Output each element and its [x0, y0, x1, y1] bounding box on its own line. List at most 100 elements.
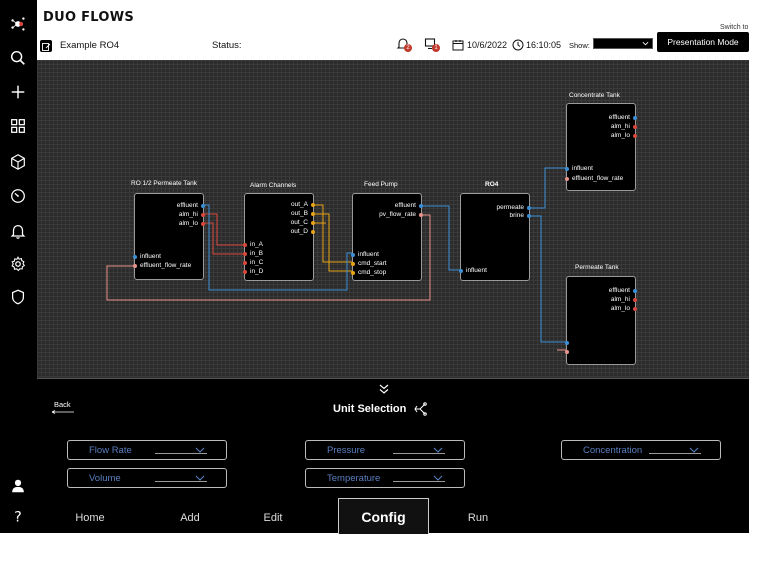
node-alarm-channels[interactable]: out_A out_B out_C out_D in_A in_B in_C i… — [243, 193, 315, 281]
dot-out-a[interactable] — [311, 203, 315, 207]
port-conc-alm-hi[interactable]: alm_hi — [611, 123, 630, 131]
port-perm-alm-hi[interactable]: alm_hi — [611, 296, 630, 304]
dot-effluent[interactable] — [201, 204, 205, 208]
port-ro4-influent[interactable]: influent — [466, 267, 487, 275]
flow-rate-dropdown[interactable]: Flow Rate — [67, 440, 227, 460]
dot-conc-alm-hi[interactable] — [633, 125, 637, 129]
volume-dropdown[interactable]: Volume — [67, 468, 227, 488]
dot-effluent-flow-rate[interactable] — [133, 264, 137, 268]
grid-icon[interactable] — [6, 114, 30, 138]
dot-influent[interactable] — [133, 255, 137, 259]
dot-in-d[interactable] — [243, 270, 247, 274]
tab-config[interactable]: Config — [338, 498, 429, 534]
alerts-bell-icon[interactable]: 2 — [396, 37, 412, 52]
collapse-chevron-icon[interactable] — [378, 383, 390, 395]
node-concentrate-tank[interactable]: effluent alm_hi alm_lo influent effluent… — [565, 103, 637, 191]
unit-share-icon[interactable] — [413, 402, 427, 416]
project-edit-icon[interactable] — [40, 40, 52, 52]
port-conc-effluent[interactable]: effluent — [609, 114, 630, 122]
messages-icon[interactable]: 1 — [424, 37, 440, 52]
dot-conc-alm-lo[interactable] — [633, 134, 637, 138]
dot-conc-effluent[interactable] — [633, 116, 637, 120]
temperature-dropdown[interactable]: Temperature — [305, 468, 465, 488]
tab-edit[interactable]: Edit — [240, 502, 306, 533]
port-conc-alm-lo[interactable]: alm_lo — [611, 132, 630, 140]
back-arrow-icon[interactable] — [51, 410, 75, 414]
port-in-d[interactable]: in_D — [250, 268, 263, 276]
port-effluent-flow-rate[interactable]: effluent_flow_rate — [140, 262, 191, 270]
plus-icon[interactable] — [6, 80, 30, 104]
flows-logo-icon[interactable] — [6, 12, 30, 36]
dot-in-b[interactable] — [243, 252, 247, 256]
node-permeate-tank[interactable]: effluent alm_hi alm_lo — [565, 276, 637, 365]
dot-perm-effluent[interactable] — [633, 289, 637, 293]
concentration-dropdown[interactable]: Concentration — [561, 440, 721, 460]
user-icon[interactable] — [6, 474, 30, 498]
port-out-b[interactable]: out_B — [291, 210, 308, 218]
port-perm-effluent[interactable]: effluent — [609, 287, 630, 295]
port-out-a[interactable]: out_A — [291, 201, 308, 209]
gauge-icon[interactable] — [6, 184, 30, 208]
dot-brine[interactable] — [527, 214, 531, 218]
port-conc-influent[interactable]: influent — [572, 165, 593, 173]
port-influent[interactable]: influent — [140, 253, 161, 261]
node-feed-pump[interactable]: effluent pv_flow_rate influent cmd_start… — [351, 193, 423, 281]
flow-canvas[interactable]: RO 1/2 Permeate Tank effluent alm_hi alm… — [37, 60, 749, 378]
port-brine[interactable]: brine — [510, 212, 524, 220]
dot-perm-alm-hi[interactable] — [633, 298, 637, 302]
dot-out-d[interactable] — [311, 230, 315, 234]
show-select[interactable] — [593, 38, 653, 49]
presentation-mode-button[interactable]: Presentation Mode — [657, 32, 749, 52]
dot-feed-effluent[interactable] — [419, 204, 423, 208]
dot-perm-influent[interactable] — [565, 341, 569, 345]
dot-perm-alm-lo[interactable] — [633, 307, 637, 311]
port-cmd-stop[interactable]: cmd_stop — [358, 269, 386, 277]
port-alm-hi[interactable]: alm_hi — [179, 211, 198, 219]
cube-icon[interactable] — [6, 150, 30, 174]
node-ro4[interactable]: permeate brine influent — [459, 193, 531, 281]
dot-in-a[interactable] — [243, 243, 247, 247]
tab-run[interactable]: Run — [445, 502, 511, 533]
pressure-dropdown[interactable]: Pressure — [305, 440, 465, 460]
port-conc-effluent-flow-rate[interactable]: effluent_flow_rate — [572, 175, 623, 183]
bell-icon[interactable] — [6, 219, 30, 243]
dot-perm-flow-rate[interactable] — [565, 350, 569, 354]
port-out-c[interactable]: out_C — [291, 219, 308, 227]
shield-icon[interactable] — [6, 285, 30, 309]
port-pv-flow-rate[interactable]: pv_flow_rate — [379, 211, 416, 219]
tab-home[interactable]: Home — [57, 502, 123, 533]
port-effluent[interactable]: effluent — [177, 202, 198, 210]
port-in-b[interactable]: in_B — [250, 250, 263, 258]
dot-alm-hi[interactable] — [201, 213, 205, 217]
calendar-icon[interactable] — [452, 38, 466, 52]
search-icon[interactable] — [6, 46, 30, 70]
port-permeate[interactable]: permeate — [497, 204, 524, 212]
dot-conc-effluent-flow-rate[interactable] — [565, 177, 569, 181]
node-title-feed: Feed Pump — [364, 181, 398, 188]
dot-out-b[interactable] — [311, 212, 315, 216]
dot-feed-influent[interactable] — [351, 253, 355, 257]
port-perm-alm-lo[interactable]: alm_lo — [611, 305, 630, 313]
gear-icon[interactable] — [6, 252, 30, 276]
port-in-a[interactable]: in_A — [250, 241, 263, 249]
port-in-c[interactable]: in_C — [250, 259, 263, 267]
help-icon[interactable]: ? — [6, 504, 30, 528]
port-out-d[interactable]: out_D — [291, 228, 308, 236]
dot-ro4-influent[interactable] — [459, 269, 463, 273]
dot-out-c[interactable] — [311, 221, 315, 225]
port-feed-effluent[interactable]: effluent — [395, 202, 416, 210]
port-feed-influent[interactable]: influent — [358, 251, 379, 259]
dot-pv-flow-rate[interactable] — [419, 213, 423, 217]
dot-conc-influent[interactable] — [565, 167, 569, 171]
port-cmd-start[interactable]: cmd_start — [358, 260, 387, 268]
dot-cmd-start[interactable] — [351, 262, 355, 266]
panel-title: Unit Selection — [333, 403, 407, 415]
back-button[interactable]: Back — [54, 400, 71, 409]
dot-permeate[interactable] — [527, 206, 531, 210]
dot-in-c[interactable] — [243, 261, 247, 265]
dot-cmd-stop[interactable] — [351, 271, 355, 275]
port-alm-lo[interactable]: alm_lo — [179, 220, 198, 228]
node-ro-permeate-tank[interactable]: effluent alm_hi alm_lo influent effluent… — [133, 193, 205, 280]
dot-alm-lo[interactable] — [201, 222, 205, 226]
tab-add[interactable]: Add — [157, 502, 223, 533]
